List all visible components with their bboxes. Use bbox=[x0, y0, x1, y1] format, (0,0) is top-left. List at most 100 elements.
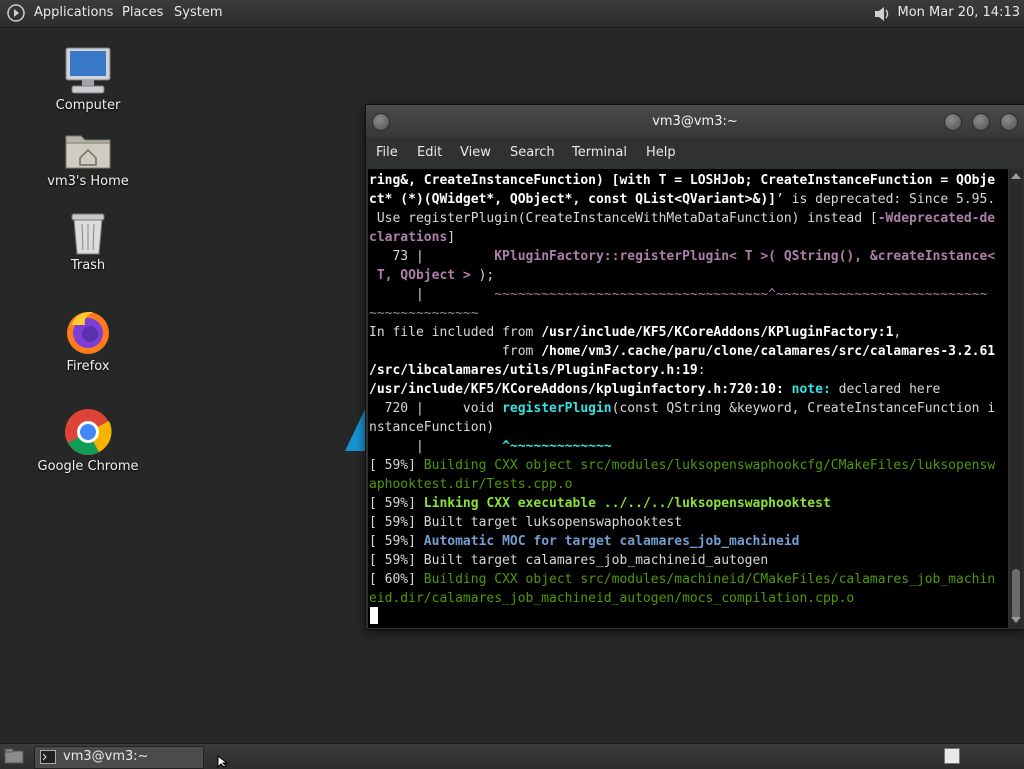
mouse-pointer-icon bbox=[217, 755, 229, 768]
desktop-icon-home[interactable]: vm3's Home bbox=[33, 128, 143, 189]
taskbar-item-terminal[interactable]: vm3@vm3:~ bbox=[34, 746, 204, 769]
terminal-line: [ 59%] Building CXX object src/modules/l… bbox=[369, 456, 995, 475]
terminal-text: [ 60%] bbox=[369, 572, 424, 587]
minimize-button[interactable] bbox=[944, 113, 962, 131]
desktop-icon-chrome[interactable]: Google Chrome bbox=[33, 407, 143, 474]
desktop-icon-label: Firefox bbox=[66, 359, 110, 374]
terminal-output[interactable]: ring&, CreateInstanceFunction) [with T =… bbox=[368, 169, 1008, 628]
terminal-text: aphooktest.dir/Tests.cpp.o bbox=[369, 477, 573, 492]
clock[interactable]: Mon Mar 20, 14:13 bbox=[898, 5, 1020, 20]
terminal-line: eid.dir/calamares_job_machineid_autogen/… bbox=[369, 589, 854, 608]
terminal-text: ); bbox=[478, 268, 495, 283]
terminal-text: [ 59%] bbox=[369, 534, 424, 549]
firefox-icon bbox=[67, 311, 109, 354]
scroll-up-arrow-icon[interactable] bbox=[1011, 173, 1021, 179]
terminal-text: clarations bbox=[369, 230, 448, 245]
terminal-line: T, QObject > ); bbox=[369, 266, 494, 285]
home-folder-icon bbox=[65, 135, 111, 169]
trash-icon bbox=[71, 213, 105, 255]
terminal-text: /src/libcalamares/utils/PluginFactory.h:… bbox=[369, 363, 698, 378]
menu-file[interactable]: File bbox=[376, 145, 398, 160]
terminal-text: [ 59%] bbox=[369, 496, 424, 511]
maximize-button[interactable] bbox=[972, 113, 990, 131]
terminal-text: -Wdeprecated-de bbox=[877, 211, 996, 226]
background-logo-fragment bbox=[345, 405, 367, 451]
terminal-line: Use registerPlugin(CreateInstanceWithMet… bbox=[369, 209, 995, 228]
terminal-text: 720 | void bbox=[369, 401, 503, 416]
desktop-icon-trash[interactable]: Trash bbox=[33, 210, 143, 273]
terminal-text: note: bbox=[791, 382, 831, 397]
terminal-text: ~~~~~~~~~~~~~~ bbox=[369, 306, 479, 321]
terminal-text: ] bbox=[447, 230, 456, 245]
terminal-text: ~~~~~~~~~~~~~~~~~~~~~~~~~~~~~~~~~~~^~~~~… bbox=[494, 287, 988, 302]
terminal-text: Building CXX object src/modules/machinei… bbox=[423, 572, 996, 587]
menu-edit[interactable]: Edit bbox=[417, 145, 442, 160]
terminal-window[interactable]: vm3@vm3:~ File Edit View Search Terminal… bbox=[365, 104, 1024, 630]
show-desktop-icon[interactable] bbox=[4, 748, 24, 768]
taskbar-item-label: vm3@vm3:~ bbox=[63, 749, 149, 764]
terminal-text: ’ is deprecated: Since 5.95. bbox=[776, 192, 996, 207]
terminal-text: /usr/include/KF5/KCoreAddons/kpluginfact… bbox=[369, 382, 784, 397]
terminal-line: /usr/include/KF5/KCoreAddons/kpluginfact… bbox=[369, 380, 940, 399]
terminal-text: T, QObject > bbox=[369, 268, 479, 283]
desktop-icon-label: vm3's Home bbox=[47, 174, 129, 189]
terminal-scrollbar[interactable] bbox=[1009, 169, 1023, 628]
system-menu[interactable]: System bbox=[174, 5, 222, 20]
terminal-line: /src/libcalamares/utils/PluginFactory.h:… bbox=[369, 361, 706, 380]
terminal-text: nstanceFunction) bbox=[369, 420, 495, 435]
terminal-menubar: File Edit View Search Terminal Help bbox=[366, 138, 1024, 168]
terminal-text: Use registerPlugin(CreateInstanceWithMet… bbox=[369, 211, 878, 226]
gnome-foot-icon[interactable] bbox=[6, 3, 26, 27]
menu-search[interactable]: Search bbox=[510, 145, 555, 160]
terminal-text: ct* (*)(QWidget*, QObject*, const QList<… bbox=[369, 192, 776, 207]
terminal-line: [ 59%] Automatic MOC for target calamare… bbox=[369, 532, 799, 551]
window-titlebar[interactable]: vm3@vm3:~ bbox=[366, 105, 1024, 138]
chrome-icon bbox=[65, 409, 112, 455]
terminal-text: registerPlugin bbox=[502, 401, 612, 416]
workspace-switcher[interactable] bbox=[944, 748, 960, 764]
terminal-text: [ 59%] Built target calamares_job_machin… bbox=[369, 553, 769, 568]
terminal-line: ~~~~~~~~~~~~~~ bbox=[369, 304, 479, 323]
desktop-icon-firefox[interactable]: Firefox bbox=[33, 307, 143, 374]
text-cursor bbox=[370, 607, 378, 624]
terminal-text: KPluginFactory::registerPlugin< T >( QSt… bbox=[494, 249, 996, 264]
scroll-down-arrow-icon[interactable] bbox=[1011, 617, 1021, 623]
close-button[interactable] bbox=[1000, 113, 1018, 131]
terminal-line: [ 59%] Built target calamares_job_machin… bbox=[369, 551, 768, 570]
places-menu[interactable]: Places bbox=[122, 5, 163, 20]
terminal-line: 73 | KPluginFactory::registerPlugin< T >… bbox=[369, 247, 995, 266]
scroll-thumb[interactable] bbox=[1012, 569, 1020, 619]
desktop-icon-label: Trash bbox=[70, 258, 106, 273]
terminal-line: aphooktest.dir/Tests.cpp.o bbox=[369, 475, 573, 494]
bottom-panel: vm3@vm3:~ bbox=[0, 743, 1024, 769]
window-title: vm3@vm3:~ bbox=[652, 114, 738, 129]
terminal-text: eid.dir/calamares_job_machineid_autogen/… bbox=[369, 591, 855, 606]
terminal-text: In file included bbox=[369, 325, 503, 340]
terminal-text: [ 59%] bbox=[369, 458, 424, 473]
terminal-line: ct* (*)(QWidget*, QObject*, const QList<… bbox=[369, 190, 995, 209]
volume-icon[interactable] bbox=[872, 4, 892, 28]
computer-icon bbox=[65, 47, 111, 94]
terminal-line: from /home/vm3/.cache/paru/clone/calamar… bbox=[369, 342, 995, 361]
menu-terminal[interactable]: Terminal bbox=[572, 145, 627, 160]
desktop-icon-computer[interactable]: Computer bbox=[33, 46, 143, 113]
terminal-text: ring&, CreateInstanceFunction) [with T =… bbox=[369, 173, 996, 188]
terminal-text: declared here bbox=[830, 382, 941, 397]
terminal-text: (const QString &keyword, CreateInstanceF… bbox=[611, 401, 996, 416]
terminal-text: , bbox=[893, 325, 902, 340]
desktop-icon-label: Computer bbox=[55, 98, 121, 113]
terminal-text: [ 59%] Built target luksopenswaphooktest bbox=[369, 515, 683, 530]
menu-help[interactable]: Help bbox=[646, 145, 676, 160]
terminal-text: Automatic MOC for target calamares_job_m… bbox=[423, 534, 800, 549]
window-menu-button[interactable] bbox=[372, 113, 390, 131]
desktop-icon-label: Google Chrome bbox=[37, 459, 139, 474]
menu-view[interactable]: View bbox=[460, 145, 491, 160]
terminal-line: | ^~~~~~~~~~~~~~ bbox=[369, 437, 612, 456]
terminal-line: [ 59%] Built target luksopenswaphooktest bbox=[369, 513, 682, 532]
terminal-icon bbox=[40, 750, 56, 768]
terminal-line: nstanceFunction) bbox=[369, 418, 494, 437]
terminal-text: | bbox=[369, 439, 503, 454]
applications-menu[interactable]: Applications bbox=[34, 5, 113, 20]
terminal-text: : bbox=[697, 363, 706, 378]
terminal-text: | bbox=[369, 287, 495, 302]
